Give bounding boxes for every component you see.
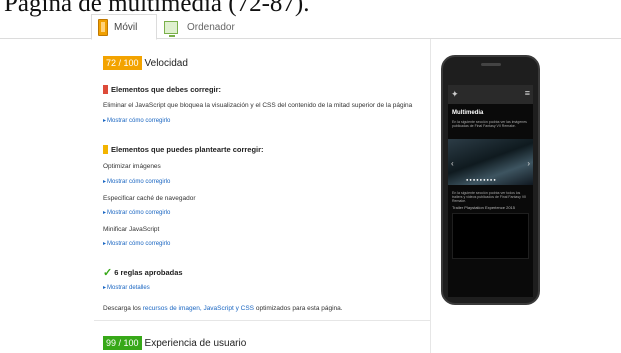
desktop-monitor-icon — [164, 20, 178, 37]
phone-speaker — [481, 63, 501, 66]
results-panel: 72 / 100 Velocidad Elementos que debes c… — [94, 39, 430, 353]
show-details-label: Mostrar detalles — [107, 285, 150, 291]
yellow-warning-icon — [103, 145, 108, 154]
link-label: Mostrar cómo corregirlo — [107, 241, 171, 247]
preview-title: Multimedia — [452, 110, 484, 116]
tab-movil[interactable]: Móvil — [91, 14, 157, 40]
section-divider — [94, 320, 430, 321]
ux-score-badge: 99 / 100 — [103, 336, 142, 350]
arrow-icon: ▸ — [103, 285, 107, 291]
consider-item-minify-js: Minificar JavaScript — [103, 226, 160, 233]
hamburger-menu-icon: ≡ — [524, 88, 530, 98]
site-logo-icon: ✦ — [451, 89, 459, 99]
download-resources-text: Descarga los recursos de imagen, JavaScr… — [103, 305, 343, 312]
preview-subtitle: En la siguiente sección podrás ver las i… — [452, 120, 527, 128]
ux-score-row: 99 / 100 Experiencia de usuario — [103, 336, 246, 350]
must-fix-show-link[interactable]: ▸Mostrar cómo corregirlo — [103, 117, 170, 124]
carousel-next-icon: › — [527, 159, 530, 168]
download-suffix: optimizados para esta página. — [255, 305, 343, 312]
carousel-prev-icon: ‹ — [451, 159, 454, 168]
mobile-preview: ✦ ≡ Multimedia En la siguiente sección p… — [441, 55, 540, 305]
site-header: ✦ ≡ — [448, 85, 533, 104]
carousel-dots: ●●●●●●●●● — [466, 177, 497, 182]
show-details-link[interactable]: ▸Mostrar detalles — [103, 284, 150, 291]
must-fix-heading: Elementos que debes corregir: — [103, 85, 221, 94]
tab-ordenador-label: Ordenador — [187, 21, 235, 33]
passed-rules-heading: ✓ 6 reglas aprobadas — [103, 266, 183, 279]
preview-divider — [430, 39, 431, 353]
must-fix-item: Eliminar el JavaScript que bloquea la vi… — [103, 102, 413, 109]
consider-item-minify-js-link[interactable]: ▸Mostrar cómo corregirlo — [103, 240, 170, 247]
preview-video — [452, 213, 529, 259]
checkmark-icon: ✓ — [103, 267, 113, 279]
preview-video-title: Trailer Playstation Experience 2015 — [452, 205, 515, 210]
arrow-icon: ▸ — [103, 118, 107, 124]
preview-image-carousel: ‹ › ●●●●●●●●● — [448, 139, 533, 185]
link-label: Mostrar cómo corregirlo — [107, 179, 171, 185]
tab-ordenador[interactable]: Ordenador — [160, 14, 242, 40]
passed-rules-title: 6 reglas aprobadas — [114, 268, 183, 277]
speed-score-row: 72 / 100 Velocidad — [103, 56, 188, 70]
device-tabs: Móvil Ordenador — [0, 13, 621, 40]
link-label: Mostrar cómo corregirlo — [107, 210, 171, 216]
must-fix-show-link-label: Mostrar cómo corregirlo — [107, 118, 171, 124]
consider-item-browser-cache: Especificar caché de navegador — [103, 195, 196, 202]
speed-label: Velocidad — [144, 57, 188, 69]
tab-movil-label: Móvil — [114, 21, 138, 33]
arrow-icon: ▸ — [103, 210, 107, 216]
red-warning-icon — [103, 85, 108, 94]
download-prefix: Descarga los — [103, 305, 141, 312]
ux-label: Experiencia de usuario — [144, 337, 247, 349]
phone-screen: ✦ ≡ Multimedia En la siguiente sección p… — [448, 85, 533, 297]
speed-score-badge: 72 / 100 — [103, 56, 142, 70]
must-fix-title: Elementos que debes corregir: — [111, 85, 222, 94]
arrow-icon: ▸ — [103, 179, 107, 185]
preview-subtitle-2: En la siguiente sección podrás ver todos… — [452, 191, 527, 203]
mobile-phone-icon — [98, 18, 108, 36]
consider-item-browser-cache-link[interactable]: ▸Mostrar cómo corregirlo — [103, 209, 170, 216]
download-resources-link[interactable]: recursos de imagen, JavaScript y CSS — [143, 305, 254, 312]
arrow-icon: ▸ — [103, 241, 107, 247]
consider-fix-heading: Elementos que puedes plantearte corregir… — [103, 145, 264, 154]
consider-item-optimize-images: Optimizar imágenes — [103, 163, 161, 170]
consider-item-optimize-images-link[interactable]: ▸Mostrar cómo corregirlo — [103, 178, 170, 185]
consider-fix-title: Elementos que puedes plantearte corregir… — [111, 145, 264, 154]
